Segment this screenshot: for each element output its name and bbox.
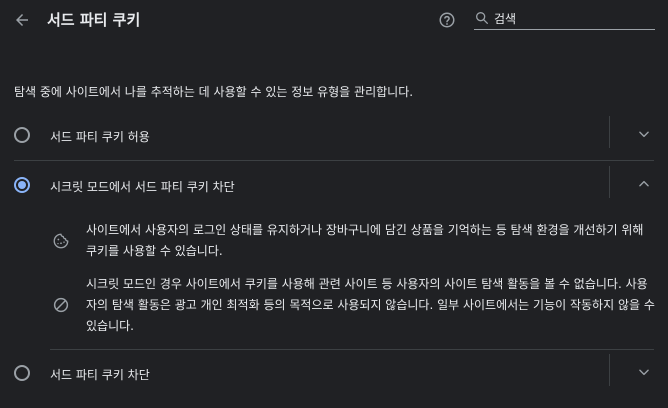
search-box	[474, 9, 655, 30]
back-button[interactable]	[10, 8, 34, 32]
chevron-up-icon	[639, 180, 649, 187]
option-label: 시크릿 모드에서 서드 파티 쿠키 차단	[50, 180, 235, 194]
radio-block-third-party-cookies[interactable]	[14, 365, 30, 381]
expand-button[interactable]	[634, 124, 654, 144]
cookie-icon	[53, 233, 69, 249]
page-description: 탐색 중에 사이트에서 나를 추적하는 데 사용할 수 있는 정보 유형을 관리…	[14, 85, 414, 99]
chevron-down-icon	[639, 131, 649, 138]
page-header: 서드 파티 쿠키	[0, 0, 668, 40]
option-allow-third-party-cookies[interactable]: 서드 파티 쿠키 허용	[0, 112, 668, 160]
detail-text: 시크릿 모드인 경우 사이트에서 쿠키를 사용해 관련 사이트 등 사용자의 사…	[86, 277, 655, 333]
chevron-down-icon	[639, 369, 649, 376]
radio-block-in-incognito[interactable]	[14, 177, 30, 193]
cookie-settings-page: 서드 파티 쿠키 탐색 중에 사이트에서 나를 추적하는 데 사용할 수 있는 …	[0, 0, 668, 408]
divider	[14, 160, 654, 161]
vertical-divider	[609, 116, 610, 148]
option-block-in-incognito[interactable]: 시크릿 모드에서 서드 파티 쿠키 차단	[0, 162, 668, 210]
help-circle-icon	[439, 12, 455, 28]
option-label: 서드 파티 쿠키 허용	[50, 130, 150, 144]
detail-text: 사이트에서 사용자의 로그인 상태를 유지하거나 장바구니에 담긴 상품을 기억…	[86, 223, 644, 258]
search-icon	[476, 11, 488, 24]
block-icon	[53, 297, 69, 313]
vertical-divider	[609, 354, 610, 386]
help-button[interactable]	[436, 9, 458, 31]
search-input[interactable]	[494, 9, 652, 27]
expand-button[interactable]	[634, 362, 654, 382]
arrow-back-icon	[16, 14, 28, 26]
radio-allow-third-party-cookies[interactable]	[14, 127, 30, 143]
option-block-third-party-cookies[interactable]: 서드 파티 쿠키 차단	[0, 350, 668, 398]
vertical-divider	[609, 166, 610, 198]
option-label: 서드 파티 쿠키 차단	[50, 368, 150, 382]
page-title: 서드 파티 쿠키	[47, 11, 141, 29]
collapse-button[interactable]	[634, 174, 654, 194]
